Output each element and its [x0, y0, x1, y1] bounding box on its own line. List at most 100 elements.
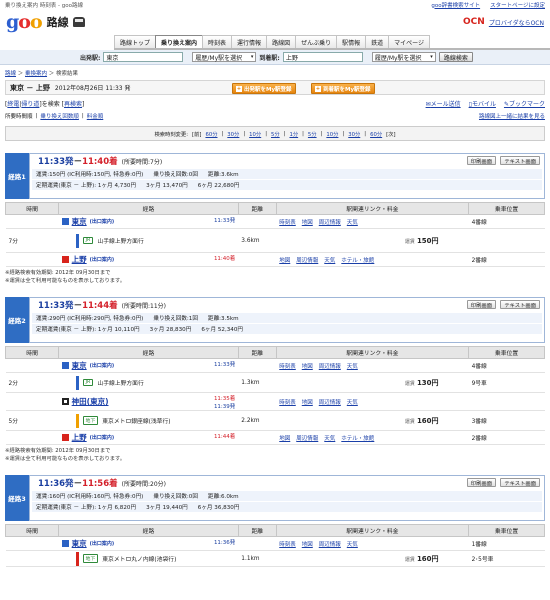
- duration: (所要時間:11分): [121, 302, 166, 310]
- time-plus-10[interactable]: 10分: [326, 130, 338, 138]
- tab-railway[interactable]: 鉄道: [365, 35, 390, 48]
- train-icon: [72, 17, 85, 27]
- last-train-link[interactable]: 終電: [7, 101, 19, 108]
- to-label: 到着駅:: [259, 54, 280, 62]
- route-result-3: 経路3 11:36発 － 11:56着 (所要時間:20分) 印刷画面 テキスト画…: [4, 475, 545, 567]
- crumb-transfer[interactable]: 乗換案内: [25, 71, 47, 77]
- route-search-button[interactable]: 路線検索: [438, 52, 473, 62]
- train-mode-icon: JR: [82, 237, 94, 244]
- time-next[interactable]: [次]: [386, 130, 395, 138]
- route-steps-table: 時間 経路 距離 駅関連リンク・料金 乗車位置 東京 (出口案内) 11:33発 時刻表 地図…: [4, 346, 545, 445]
- time-change-label: 検索時刻変更:: [154, 131, 189, 138]
- main-nav: 路線トップ 乗り換え案内 時刻表 運行情報 路線図 ぜんぶ乗り 駅情報 鉄道 マ…: [114, 35, 550, 50]
- register-from-button[interactable]: + 出発駅をMy駅登録: [232, 83, 296, 94]
- route-steps-table: 時間 経路 距離 駅関連リンク・料金 乗車位置 東京 (出口案内) 11:33発 時刻表 地図…: [4, 202, 545, 267]
- to-input[interactable]: 上野: [282, 52, 363, 62]
- search-again-link[interactable]: 再検索: [64, 101, 82, 108]
- time-change-bar: 検索時刻変更: [前] 60分 | 30分 | 10分 | 5分 | 1分 | 5分 | 1…: [5, 126, 545, 141]
- table-row: 上野 (出口案内) 11:40着 地図 周辺情報 天気 ホテル・旅館 2番線: [5, 252, 545, 267]
- breadcrumb: 路線 ＞ 乗換案内 ＞ 検索結果: [5, 71, 79, 77]
- route-steps-table: 時間 経路 距離 駅関連リンク・料金 乗車位置 東京 (出口案内) 11:36発 時刻表 地図…: [4, 524, 545, 567]
- table-row: 2分 JR 山手線上野方面行 1.3km 運賃 130円 9号車: [5, 372, 545, 393]
- sort-transfer[interactable]: 乗り換え回数順: [40, 112, 79, 120]
- mail-link[interactable]: ✉メール送信: [426, 99, 461, 108]
- service-name: 路線: [46, 16, 69, 29]
- dep-time: 11:33発: [38, 301, 74, 311]
- return-link[interactable]: 帰り道: [21, 101, 39, 108]
- station-marker: [61, 256, 69, 263]
- tab-transfer[interactable]: 乗り換え案内: [155, 35, 204, 48]
- table-row: 東京 (出口案内) 11:36発 時刻表 地図 周辺情報 天気 1番線: [5, 536, 545, 551]
- time-plus-30[interactable]: 30分: [348, 130, 360, 138]
- tab-zenbu[interactable]: ぜんぶ乗り: [295, 35, 338, 48]
- map-link[interactable]: 路線図上一緒に結果を見る: [479, 112, 545, 120]
- text-view-button[interactable]: テキスト画面: [500, 478, 540, 487]
- station-marker: [61, 218, 69, 225]
- print-button[interactable]: 印刷画面: [466, 478, 496, 487]
- goo-search-link[interactable]: goo辞書検索サイト: [431, 1, 480, 9]
- time-minus-1[interactable]: 1分: [289, 130, 298, 138]
- time-plus-60[interactable]: 60分: [370, 130, 382, 138]
- route-header: 東京 － 上野 2012年08月26日 11:33 発 + 出発駅をMy駅登録 +…: [5, 80, 545, 95]
- set-startpage-link[interactable]: スタートページに設定: [490, 1, 545, 9]
- table-row: 地下 東京メトロ丸ノ内線(池袋行) 1.1km 運賃 160円 2･5号車: [5, 550, 545, 567]
- tab-route-map[interactable]: 路線図: [266, 35, 297, 48]
- ocn-link[interactable]: プロバイダならOCN: [489, 18, 544, 27]
- time-minus-10[interactable]: 10分: [249, 130, 261, 138]
- train-mode-icon: JR: [82, 379, 94, 386]
- crumb-home[interactable]: 路線: [5, 71, 16, 77]
- sort-time[interactable]: 所要時間順: [5, 112, 33, 120]
- register-to-button[interactable]: + 到着駅をMy駅登録: [311, 83, 375, 94]
- station-link[interactable]: 東京: [72, 538, 87, 549]
- page-title: 東京 － 上野: [10, 83, 50, 92]
- table-row: 東京 (出口案内) 11:33発 時刻表 地図 周辺情報 天気 4番線: [5, 358, 545, 373]
- time-minus-60[interactable]: 60分: [205, 130, 217, 138]
- route-result-1: 経路1 11:33発 － 11:40着 (所要時間:7分) 印刷画面 テキスト画面…: [4, 153, 545, 267]
- browser-title: 乗り換え案内 時刻表 - goo路線: [5, 2, 83, 9]
- time-minus-5[interactable]: 5分: [271, 130, 280, 138]
- arr-time: 11:56着: [82, 479, 118, 489]
- mobile-link[interactable]: ▯モバイル: [469, 99, 496, 108]
- time-plus-5[interactable]: 5分: [308, 130, 317, 138]
- duration: (所要時間:20分): [121, 480, 166, 488]
- tab-station-info[interactable]: 駅情報: [336, 35, 367, 48]
- bookmark-link[interactable]: ✎ブックマーク: [504, 99, 545, 108]
- tab-timetable[interactable]: 時刻表: [202, 35, 233, 48]
- text-view-button[interactable]: テキスト画面: [500, 156, 540, 165]
- station-marker: [61, 540, 69, 547]
- subway-mode-icon: 地下: [82, 416, 99, 425]
- time-minus-30[interactable]: 30分: [227, 130, 239, 138]
- station-link[interactable]: 東京: [72, 216, 87, 227]
- duration: (所要時間:7分): [121, 158, 163, 166]
- from-history-select[interactable]: 履歴/My駅を選択: [192, 52, 257, 62]
- route-notes: ※経路検索有効期間: 2012年 09月30日まで ※運賃は全て利用可能なものを表…: [5, 448, 126, 462]
- sort-bar: 所要時間順 | 乗り換え回数順 | 料金順 路線図上一緒に結果を見る: [5, 112, 545, 120]
- search-bar: 出発駅: 東京 履歴/My駅を選択 到着駅: 上野 履歴/My駅を選択 路線検索: [0, 50, 550, 65]
- tab-route-top[interactable]: 路線トップ: [114, 35, 157, 48]
- table-row: 神田(東京) 11:35着 11:39発 時刻表 地図 周辺情報 天気: [5, 392, 545, 411]
- to-history-select[interactable]: 履歴/My駅を選択: [371, 52, 436, 62]
- dep-time: 11:33発: [38, 157, 74, 167]
- route-label: 経路3: [5, 475, 29, 521]
- goo-logo[interactable]: goo: [6, 12, 43, 32]
- station-link[interactable]: 神田(東京): [72, 396, 109, 407]
- dep-time: 11:36発: [38, 479, 74, 489]
- from-input[interactable]: 東京: [103, 52, 184, 62]
- search-datetime: 2012年08月26日 11:33 発: [54, 85, 131, 92]
- tab-operation[interactable]: 運行情報: [231, 35, 268, 48]
- sort-fare[interactable]: 料金順: [87, 112, 104, 120]
- station-link[interactable]: 東京: [72, 360, 87, 371]
- text-view-button[interactable]: テキスト画面: [500, 300, 540, 309]
- station-link[interactable]: 上野: [72, 432, 87, 443]
- subway-mode-icon: 地下: [82, 554, 99, 563]
- route-summary: 11:36発 － 11:56着 (所要時間:20分) 印刷画面 テキスト画面 運賃…: [29, 475, 545, 521]
- crumb-current: 検索結果: [56, 71, 79, 77]
- route-notes: ※経路検索有効期間: 2012年 09月30日まで ※運賃は全て利用可能なものを表…: [5, 270, 126, 284]
- print-button[interactable]: 印刷画面: [466, 300, 496, 309]
- ocn-ad[interactable]: OCN プロバイダならOCN: [463, 17, 544, 27]
- station-link[interactable]: 上野: [72, 254, 87, 265]
- tab-mypage[interactable]: マイページ: [388, 35, 431, 48]
- time-prev[interactable]: [前]: [192, 130, 201, 138]
- print-button[interactable]: 印刷画面: [466, 156, 496, 165]
- arr-time: 11:44着: [82, 301, 118, 311]
